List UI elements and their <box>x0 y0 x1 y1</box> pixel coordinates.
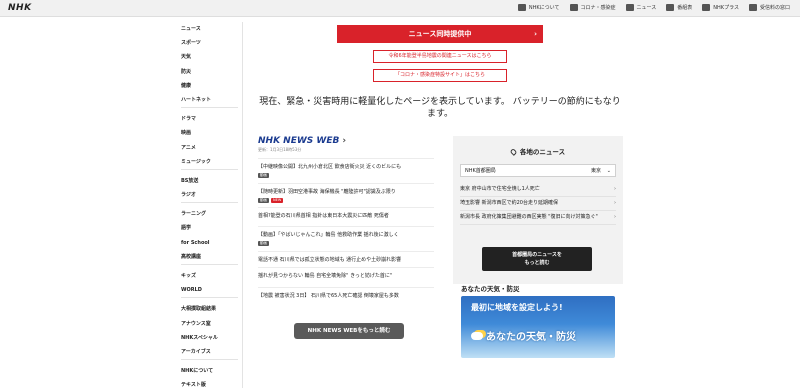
sidebar-item-movie[interactable]: 映画 <box>175 126 242 140</box>
chevron-right-icon: › <box>614 214 616 220</box>
news-item[interactable]: 揺れが見つからない 輪島 自宅全壊免除" きっと妨げた首に" <box>258 266 434 287</box>
chevron-down-icon: ⌄ <box>606 168 611 174</box>
sidebar-item-language[interactable]: 語学 <box>175 221 242 235</box>
sidebar-item-highschool[interactable]: 高校講座 <box>175 250 242 264</box>
video-badge: 動画 <box>258 173 269 178</box>
regional-news-panel: 各地のニュース NHK首都圏局 東京 ⌄ 東京 府中山市で住宅全焼し1人死亡 › … <box>453 136 623 284</box>
news-item[interactable]: 【地震 被害状況 3日】 石川県で65人死亡確認 倒壊家屋も多数 <box>258 286 434 303</box>
site-header: NHK NHKについて コロナ・感染症 ニュース 番組表 NHKプラス 受信料の… <box>0 0 800 17</box>
header-nav-corona[interactable]: コロナ・感染症 <box>569 4 616 11</box>
sidebar-item-sumo[interactable]: 大相撲取組結果 <box>175 302 242 316</box>
sidebar-item-radio[interactable]: ラジオ <box>175 188 242 202</box>
weather-setup-card[interactable]: 最初に地域を設定しよう! あなたの天気・防災 <box>461 296 615 358</box>
lightweight-notice: 現在、緊急・災害時用に軽量化したページを表示しています。 バッテリーの節約にもな… <box>259 97 621 119</box>
regional-news-item[interactable]: 埼玉影響 新潟市西区で約20台走り延期確保 › <box>460 197 616 211</box>
sidebar-item-learning[interactable]: ラーニング <box>175 207 242 221</box>
virus-icon <box>569 4 578 11</box>
header-nav-fee[interactable]: 受信料の窓口 <box>748 4 790 11</box>
weather-section-title: あなたの天気・防災 <box>461 285 520 293</box>
noto-earthquake-link[interactable]: 令和6年能登半島地震の関連ニュースはこちら <box>373 50 507 63</box>
chevron-right-icon: › <box>342 136 347 146</box>
sidebar-item-for-school[interactable]: for School <box>175 236 242 250</box>
weather-cloud-icon <box>471 331 483 340</box>
sidebar-item-text-version[interactable]: テキスト版 <box>175 378 242 388</box>
video-badge: 動画 <box>258 197 269 203</box>
sidebar-item-nhkspecial[interactable]: NHKスペシャル <box>175 331 242 345</box>
nhk-logo[interactable]: NHK <box>8 3 32 13</box>
sidebar-item-news[interactable]: ニュース <box>175 22 242 36</box>
sidebar-item-kids[interactable]: キッズ <box>175 269 242 283</box>
sidebar-item-about[interactable]: NHKについて <box>175 364 242 378</box>
sidebar-item-announce[interactable]: アナウンス室 <box>175 317 242 331</box>
video-badge: 動画 <box>258 241 269 246</box>
news-icon <box>625 4 634 11</box>
regional-news-item[interactable]: 東京 府中山市で住宅全焼し1人死亡 › <box>460 183 616 197</box>
sidebar-item-anime[interactable]: アニメ <box>175 141 242 155</box>
sidebar-item-music[interactable]: ミュージック <box>175 155 242 169</box>
news-item[interactable]: 【中継映像公開】北九州小倉北区 飲食店街火災 近くのビルにも 動画 <box>258 158 434 183</box>
sidebar-item-bousai[interactable]: 防災 <box>175 65 242 79</box>
newsweb-updated-time: 更新：1月3日18時53分 <box>258 147 302 152</box>
sidebar-item-world[interactable]: WORLD <box>175 283 242 297</box>
news-item[interactable]: 【動画】「やばいじゃんこれ」輪島 他救助作業 揺れ後に激しく 動画 <box>258 226 434 251</box>
newsweb-more-button[interactable]: NHK NEWS WEBをもっと読む <box>294 323 404 339</box>
regional-news-list: 東京 府中山市で住宅全焼し1人死亡 › 埼玉影響 新潟市西区で約20台走り延期確保… <box>460 183 616 225</box>
sidebar-item-bs[interactable]: BS放送 <box>175 174 242 188</box>
regional-news-item[interactable]: 新潟市長 政府化策集団避難の西区実態 "復旧に向け対策急ぐ" › <box>460 211 616 225</box>
location-pin-icon <box>509 148 518 156</box>
sidebar-item-archives[interactable]: アーカイブス <box>175 345 242 359</box>
chevron-right-icon: › <box>614 200 616 206</box>
header-nav-about[interactable]: NHKについて <box>517 4 560 11</box>
sidebar-item-weather[interactable]: 天気 <box>175 50 242 64</box>
sidebar-item-drama[interactable]: ドラマ <box>175 112 242 126</box>
sidebar-item-heartnet[interactable]: ハートネット <box>175 93 242 107</box>
header-nav-schedule[interactable]: 番組表 <box>666 4 692 11</box>
news-simulcast-banner[interactable]: ニュース同時提供中 › <box>337 25 543 43</box>
chevron-right-icon: › <box>534 30 537 38</box>
news-item[interactable]: 【随時更新】羽田空港事故 海保機長 "離陸許可"認識及ぶ限り 動画 NEW <box>258 182 434 208</box>
info-icon <box>517 4 526 11</box>
region-select[interactable]: NHK首都圏局 東京 ⌄ <box>460 164 616 177</box>
sidebar-nav: ニュース スポーツ 天気 防災 健康 ハートネット ドラマ 映画 アニメ ミュー… <box>175 22 243 388</box>
corona-site-link[interactable]: 「コロナ・感染症特設サイト」はこちら <box>373 69 507 82</box>
sidebar-item-sports[interactable]: スポーツ <box>175 36 242 50</box>
newsweb-title[interactable]: NHK NEWS WEB › <box>258 136 346 146</box>
news-item[interactable]: 電話不通 石川県では孤立状態の地域も 通行止めや土砂崩れ影響 <box>258 250 434 267</box>
header-nav: NHKについて コロナ・感染症 ニュース 番組表 NHKプラス 受信料の窓口 <box>517 4 790 11</box>
regional-news-more-button[interactable]: 首都圏局のニュースを もっと読む <box>482 247 592 271</box>
regional-news-title: 各地のニュース <box>453 146 623 156</box>
fee-icon <box>748 4 757 11</box>
newsweb-list: 【中継映像公開】北九州小倉北区 飲食店街火災 近くのビルにも 動画 【随時更新】… <box>258 158 434 303</box>
news-item[interactable]: 首相?能登の石川県首相 指針は東日本大震災に匹敵 死傷者 <box>258 207 434 226</box>
sidebar-item-health[interactable]: 健康 <box>175 79 242 93</box>
new-badge: NEW <box>271 197 284 203</box>
plus-icon <box>702 4 711 11</box>
chevron-right-icon: › <box>614 186 616 192</box>
header-nav-news[interactable]: ニュース <box>625 4 656 11</box>
schedule-icon <box>666 4 675 11</box>
header-nav-plus[interactable]: NHKプラス <box>702 4 739 11</box>
